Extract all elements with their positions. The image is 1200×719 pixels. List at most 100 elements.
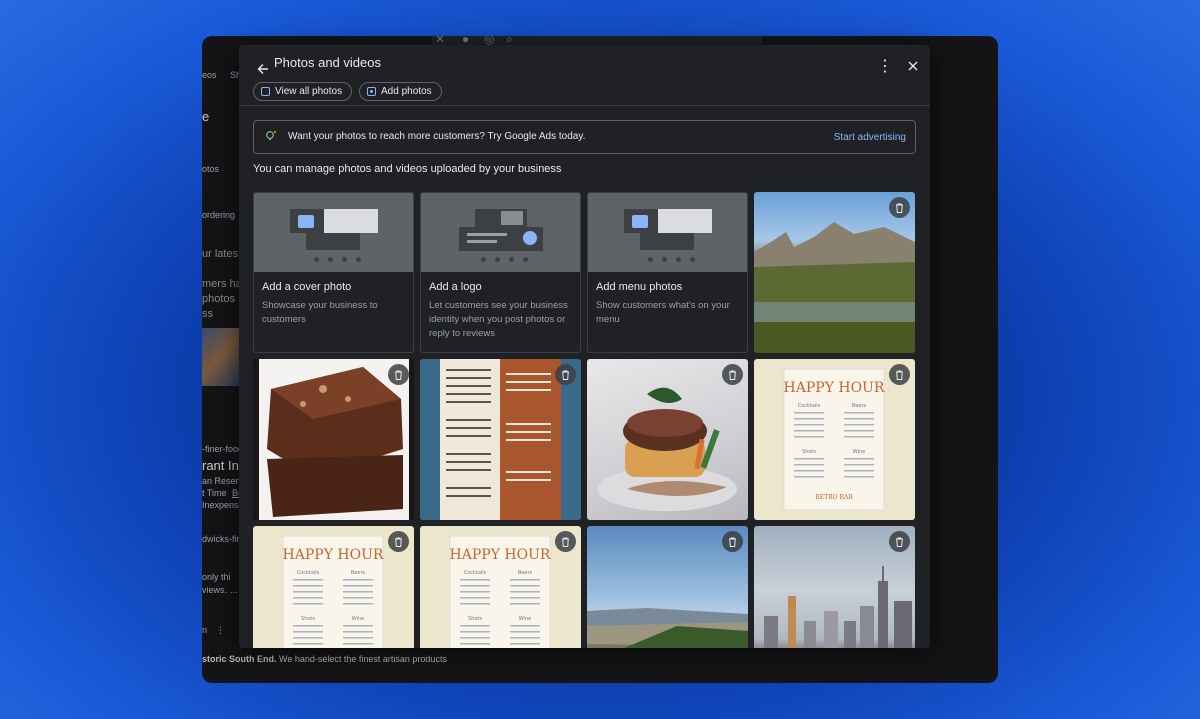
close-icon <box>908 61 918 71</box>
trash-icon <box>562 370 569 380</box>
card-description: Let customers see your business identity… <box>429 300 568 339</box>
happy-hour-image: HAPPY HOUR Cocktails Beers Shots Wine RE… <box>783 368 885 511</box>
logo-badge-icon <box>523 231 537 245</box>
bg-fragment-only: only thi <box>202 572 231 582</box>
bg-fragment-reserv: an Reserv <box>202 476 244 486</box>
bg-bottom-rest: We hand-select the finest artisan produc… <box>276 654 447 664</box>
bg-tab-videos: eos <box>202 70 217 80</box>
add-photos-button[interactable]: Add photos <box>359 82 442 101</box>
background-thumbnail <box>202 328 239 386</box>
add-photo-icon <box>367 87 376 96</box>
happy-hour-wine: Wine <box>519 616 531 622</box>
delete-photo-button[interactable] <box>889 364 910 385</box>
delete-photo-button[interactable] <box>722 531 743 552</box>
add-menu-photos-card[interactable]: Add menu photos Show customers what's on… <box>587 192 748 353</box>
delete-photo-button[interactable] <box>555 531 576 552</box>
photo-brownie[interactable] <box>253 359 414 520</box>
bg-fragment-e: e <box>202 109 210 124</box>
photo-beach-coast[interactable] <box>587 526 748 648</box>
add-cover-photo-card[interactable]: Add a cover photo Showcase your business… <box>253 192 414 353</box>
ads-banner-text: Want your photos to reach more customers… <box>288 131 586 142</box>
delete-photo-button[interactable] <box>555 364 576 385</box>
bg-fragment-time: t Time <box>202 488 227 498</box>
happy-hour-beers: Beers <box>852 403 867 409</box>
happy-hour-wine: Wine <box>352 616 364 622</box>
photo-restaurant-menu[interactable] <box>420 359 581 520</box>
happy-hour-beers: Beers <box>351 570 366 576</box>
trash-icon <box>395 537 402 547</box>
bg-fragment-latest: ur latest <box>202 248 242 260</box>
delete-photo-button[interactable] <box>388 531 409 552</box>
menu-image <box>420 359 581 520</box>
happy-hour-footer: RETRO BAR <box>815 494 853 501</box>
trash-icon <box>896 537 903 547</box>
add-photos-label: Add photos <box>381 86 432 97</box>
trash-icon <box>896 203 903 213</box>
happy-hour-shots: Shots <box>802 449 816 455</box>
manage-photos-text: You can manage photos and videos uploade… <box>253 163 562 175</box>
close-button[interactable] <box>900 53 926 79</box>
happy-hour-cocktails: Cocktails <box>297 570 320 576</box>
bg-fragment-inexpens: Inexpens <box>202 500 239 510</box>
delete-photo-button[interactable] <box>889 531 910 552</box>
card-title: Add menu photos <box>596 281 683 293</box>
brownie-image <box>259 359 409 520</box>
camera-icon <box>298 215 314 228</box>
photo-happy-hour-menu[interactable]: HAPPY HOUR Cocktails Beers Shots Wine RE… <box>754 359 915 520</box>
start-advertising-link[interactable]: Start advertising <box>834 132 906 143</box>
bg-fragment-dots: ... <box>230 585 238 595</box>
photo-happy-hour-menu-3[interactable]: HAPPY HOUR Cocktails Beers Shots Wine <box>420 526 581 648</box>
logo-illustration <box>421 193 580 272</box>
dialog-header: Photos and videos ⋮ View all photos Add … <box>239 45 930 106</box>
happy-hour-title: HAPPY HOUR <box>450 547 551 563</box>
menu-photo-illustration <box>588 193 747 272</box>
arrow-back-icon <box>257 64 268 74</box>
trash-icon <box>729 537 736 547</box>
lightbulb-icon <box>266 131 276 141</box>
bg-fragment-n: n <box>202 625 208 635</box>
google-ads-banner: Want your photos to reach more customers… <box>253 120 916 154</box>
photo-library-icon <box>261 87 270 96</box>
trash-icon <box>896 370 903 380</box>
steak-image <box>597 387 737 511</box>
photos-videos-dialog: Photos and videos ⋮ View all photos Add … <box>239 45 930 648</box>
photo-happy-hour-menu-2[interactable]: HAPPY HOUR Cocktails Beers Shots Wine <box>253 526 414 648</box>
bg-fragment-views: views. <box>202 585 228 595</box>
happy-hour-wine: Wine <box>853 449 865 455</box>
bg-bottom-bold: storic South End. <box>202 654 277 664</box>
bg-more-icon: ⋮ <box>216 625 225 635</box>
bg-fragment-mers: mers ha <box>202 278 242 290</box>
happy-hour-title: HAPPY HOUR <box>283 547 384 563</box>
happy-hour-shots: Shots <box>301 616 315 622</box>
add-logo-card[interactable]: Add a logo Let customers see your busine… <box>420 192 581 353</box>
delete-photo-button[interactable] <box>889 197 910 218</box>
bg-fragment-photos: otos <box>202 164 220 174</box>
card-description: Showcase your business to customers <box>262 300 378 325</box>
trash-icon <box>729 370 736 380</box>
bg-fragment-photos2: photos <box>202 293 236 305</box>
delete-photo-button[interactable] <box>722 364 743 385</box>
happy-hour-title: HAPPY HOUR <box>784 380 885 396</box>
card-description: Show customers what's on your menu <box>596 300 730 325</box>
bg-fragment-restaurant: rant Inf <box>202 458 243 473</box>
mountain-image <box>754 222 915 353</box>
photo-mountain-landscape[interactable] <box>754 192 915 353</box>
happy-hour-shots: Shots <box>468 616 482 622</box>
bg-fragment-ss: ss <box>202 308 213 320</box>
dialog-title: Photos and videos <box>274 55 381 70</box>
bg-bottom-text: storic South End. We hand-select the fin… <box>202 654 998 664</box>
delete-photo-button[interactable] <box>388 364 409 385</box>
happy-hour-cocktails: Cocktails <box>464 570 487 576</box>
happy-hour-cocktails: Cocktails <box>798 403 821 409</box>
happy-hour-beers: Beers <box>518 570 533 576</box>
trash-icon <box>562 537 569 547</box>
view-all-photos-label: View all photos <box>275 86 343 97</box>
photo-city-skyline[interactable] <box>754 526 915 648</box>
trash-icon <box>395 370 402 380</box>
camera-icon <box>632 215 648 228</box>
photo-steak-dish[interactable] <box>587 359 748 520</box>
bg-fragment-ordering: ordering <box>202 210 236 220</box>
more-options-button[interactable]: ⋮ <box>872 53 898 79</box>
more-vert-icon: ⋮ <box>877 58 893 75</box>
view-all-photos-button[interactable]: View all photos <box>253 82 353 101</box>
